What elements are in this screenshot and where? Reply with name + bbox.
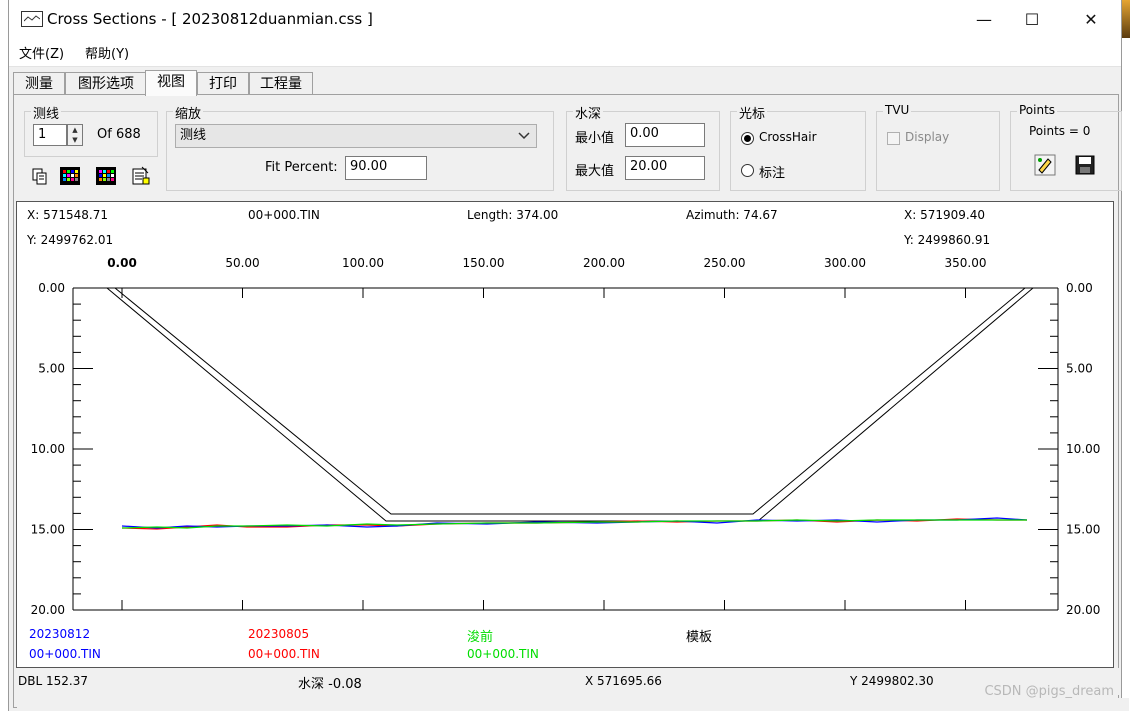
depth-max-input[interactable]: 20.00	[625, 156, 705, 180]
y-tick-label-left: 10.00	[31, 442, 65, 456]
x-tick-label: 50.00	[225, 256, 259, 270]
minimize-icon: —	[976, 9, 992, 29]
crosshair-radio[interactable]	[741, 132, 754, 145]
report-icon[interactable]	[128, 165, 152, 187]
status-bar: DBL 152.37 水深 -0.08 X 571695.66 Y 249980…	[17, 668, 1119, 695]
background-strip	[1121, 0, 1130, 711]
template-inner-line	[114, 287, 1026, 515]
app-icon	[21, 11, 43, 27]
depth-group: 水深 最小值 0.00 最大值 20.00	[566, 103, 720, 191]
axis-ticks: 0.00 50.00 100.00 150.00 200.00 250.00 300.00 3…	[31, 256, 1101, 617]
watermark: CSDN @pigs_dream	[984, 684, 1114, 699]
points-group: Points Points = 0	[1010, 103, 1122, 191]
annotation-label[interactable]: 标注	[759, 162, 785, 181]
survey-line-group-label: 测线	[31, 103, 62, 122]
y-tick-label-left: 15.00	[31, 523, 65, 537]
save-icon[interactable]	[1073, 154, 1097, 176]
window-bottom-edge	[17, 698, 1129, 711]
survey-line-group: 测线 1 ▲ ▼ Of 688	[24, 103, 158, 157]
status-depth: 水深 -0.08	[298, 677, 362, 692]
maximize-icon: ☐	[1024, 9, 1040, 29]
tvu-group: TVU Display	[876, 103, 1000, 191]
zoom-group: 缩放 测线 Fit Percent: 90.00	[166, 103, 554, 191]
y-tick-label-right: 20.00	[1066, 603, 1100, 617]
tvu-display-label: Display	[905, 130, 950, 144]
annotation-radio[interactable]	[741, 164, 754, 177]
status-x: X 571695.66	[585, 674, 662, 688]
cross-sections-window: Cross Sections - [ 20230812duanmian.css …	[8, 0, 1129, 711]
zoom-group-label: 缩放	[173, 103, 204, 122]
minimize-button[interactable]: —	[957, 0, 1011, 38]
edit-points-icon[interactable]	[1033, 154, 1057, 176]
survey-line-input[interactable]: 1	[33, 124, 67, 146]
spin-up-icon[interactable]: ▲	[68, 125, 82, 135]
legend-20230812-name: 20230812	[29, 627, 91, 641]
chevron-down-icon	[518, 125, 530, 153]
cross-section-plot[interactable]: X: 571548.71 Y: 2499762.01 00+000.TIN Le…	[16, 201, 1114, 668]
x-tick-label: 250.00	[704, 256, 746, 270]
palette-grid-icon[interactable]	[94, 165, 118, 187]
y-tick-label-right: 15.00	[1066, 523, 1100, 537]
status-dbl: DBL 152.37	[18, 674, 88, 688]
depth-max-label: 最大值	[575, 164, 615, 179]
tab-quantities[interactable]: 工程量	[249, 72, 313, 95]
fit-percent-input[interactable]: 90.00	[345, 156, 427, 180]
legend-20230805-name: 20230805	[248, 627, 310, 641]
x-tick-label: 150.00	[463, 256, 505, 270]
color-grid-icon[interactable]	[58, 165, 82, 187]
tab-view[interactable]: 视图	[145, 70, 197, 96]
close-button[interactable]: ✕	[1064, 0, 1118, 38]
status-y: Y 2499802.30	[850, 674, 934, 688]
y-tick-label-right: 10.00	[1066, 442, 1100, 456]
y-tick-label-right: 5.00	[1066, 362, 1093, 376]
fit-percent-label: Fit Percent:	[265, 160, 338, 175]
zoom-select[interactable]: 测线	[175, 124, 537, 148]
template-outer-line	[106, 287, 1034, 522]
tvu-display-checkbox[interactable]	[887, 132, 900, 145]
x-tick-label: 200.00	[583, 256, 625, 270]
y-tick-label-right: 0.00	[1066, 281, 1093, 295]
tab-measure[interactable]: 测量	[13, 72, 65, 95]
title-bar: Cross Sections - [ 20230812duanmian.css …	[9, 0, 1121, 38]
tab-graphic-options[interactable]: 图形选项	[65, 72, 147, 95]
x-tick-label: 350.00	[945, 256, 987, 270]
menu-bar: 文件(Z) 帮助(Y)	[9, 38, 1121, 67]
cursor-group: 光标 CrossHair 标注	[730, 103, 866, 191]
profiles	[106, 287, 1034, 530]
x-tick-label: 100.00	[342, 256, 384, 270]
menu-file[interactable]: 文件(Z)	[19, 43, 64, 62]
zoom-select-value: 测线	[180, 128, 207, 143]
x-tick-label: 0.00	[107, 256, 137, 270]
y-tick-label-left: 0.00	[38, 281, 65, 295]
legend-20230812-file: 00+000.TIN	[29, 647, 101, 661]
tvu-group-label: TVU	[883, 103, 912, 117]
y-tick-label-left: 20.00	[31, 603, 65, 617]
x-tick-label: 300.00	[824, 256, 866, 270]
legend-predredge-file: 00+000.TIN	[467, 647, 539, 661]
legend-predredge-name: 浚前	[467, 630, 494, 645]
depth-group-label: 水深	[573, 103, 604, 122]
survey-line-spinner[interactable]: ▲ ▼	[67, 124, 83, 146]
legend-template-name: 模板	[686, 630, 713, 645]
tab-print[interactable]: 打印	[197, 72, 249, 95]
cursor-group-label: 光标	[737, 103, 768, 122]
legend-20230805-file: 00+000.TIN	[248, 647, 320, 661]
depth-min-label: 最小值	[575, 131, 615, 146]
crosshair-label[interactable]: CrossHair	[759, 130, 817, 144]
menu-help[interactable]: 帮助(Y)	[85, 43, 129, 62]
spin-down-icon[interactable]: ▼	[68, 135, 82, 145]
window-title: Cross Sections - [ 20230812duanmian.css …	[47, 10, 373, 28]
y-tick-label-left: 5.00	[38, 362, 65, 376]
survey-line-total: Of 688	[97, 127, 141, 142]
section-chart[interactable]: 0.00 50.00 100.00 150.00 200.00 250.00 300.00 3…	[17, 202, 1113, 667]
points-count: Points = 0	[1029, 124, 1091, 138]
close-icon: ✕	[1084, 9, 1098, 29]
points-group-label: Points	[1017, 103, 1058, 117]
maximize-button[interactable]: ☐	[1005, 0, 1059, 38]
copy-icon[interactable]	[28, 165, 52, 187]
depth-min-input[interactable]: 0.00	[625, 123, 705, 147]
